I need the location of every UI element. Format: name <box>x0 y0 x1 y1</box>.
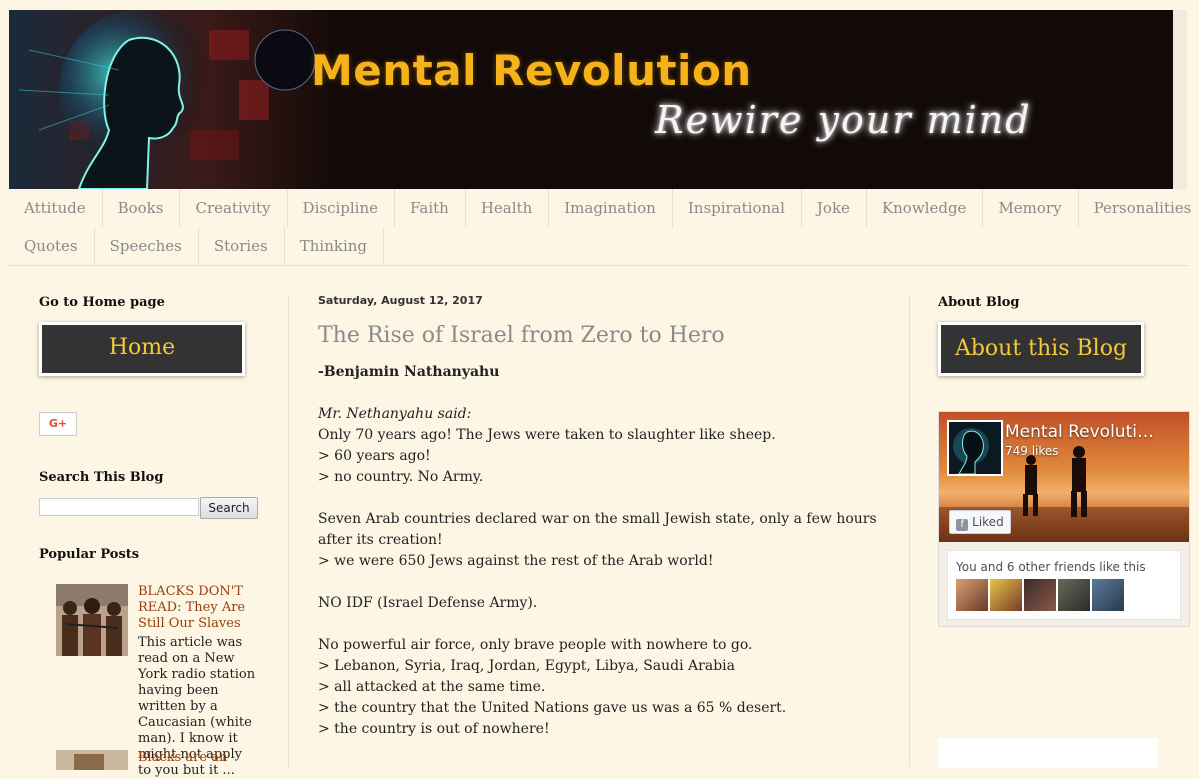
widget-placeholder <box>938 738 1158 768</box>
site-tagline: Rewire your mind <box>655 98 1032 142</box>
nav-item-knowledge[interactable]: Knowledge <box>867 189 984 227</box>
search-heading: Search This Blog <box>39 470 164 485</box>
post-line: > Lebanon, Syria, Iraq, Jordan, Egypt, L… <box>318 658 735 674</box>
nav-item-thinking[interactable]: Thinking <box>285 227 385 265</box>
nav-item-joke[interactable]: Joke <box>802 189 867 227</box>
search-button[interactable]: Search <box>200 497 258 519</box>
friend-avatar[interactable] <box>1058 579 1090 611</box>
banner-edge <box>1173 10 1187 189</box>
banner-artwork <box>9 10 339 189</box>
facebook-page-widget: Mental Revoluti… 749 likes f Liked You a… <box>938 411 1190 627</box>
post-lines: Mr. Nethanyahu said: Only 70 years ago! T… <box>318 404 888 740</box>
post-line: Mr. Nethanyahu said: <box>318 406 472 422</box>
nav-item-books[interactable]: Books <box>103 189 181 227</box>
post-line: NO IDF (Israel Defense Army). <box>318 595 538 611</box>
post-title[interactable]: The Rise of Israel from Zero to Hero <box>318 323 888 348</box>
friend-avatar[interactable] <box>956 579 988 611</box>
home-heading: Go to Home page <box>39 295 165 310</box>
nav-row: Attitude Books Creativity Discipline Faith He… <box>9 189 1191 227</box>
facebook-friends-panel: You and 6 other friends like this <box>947 550 1181 620</box>
nav-item-faith[interactable]: Faith <box>395 189 466 227</box>
nav-item-discipline[interactable]: Discipline <box>288 189 396 227</box>
column-divider <box>288 295 289 767</box>
nav-item-creativity[interactable]: Creativity <box>180 189 288 227</box>
facebook-friends-text: You and 6 other friends like this <box>956 560 1146 574</box>
post-body: -Benjamin Nathanyahu Mr. Nethanyahu said… <box>318 362 888 740</box>
nav-item-personalities[interactable]: Personalities <box>1079 189 1199 227</box>
nav-item-attitude[interactable]: Attitude <box>9 189 103 227</box>
post-date: Saturday, August 12, 2017 <box>318 294 483 307</box>
category-nav: Attitude Books Creativity Discipline Faith He… <box>9 189 1191 265</box>
facebook-like-count: 749 likes <box>1005 444 1059 458</box>
nav-item-inspirational[interactable]: Inspirational <box>673 189 802 227</box>
popular-post-thumbnail[interactable] <box>56 750 128 770</box>
nav-item-imagination[interactable]: Imagination <box>549 189 673 227</box>
about-heading: About Blog <box>938 295 1020 310</box>
nav-divider <box>9 265 1189 266</box>
header-banner[interactable]: Mental Revolution Rewire your mind <box>9 10 1187 189</box>
post-line: Only 70 years ago! The Jews were taken t… <box>318 427 776 443</box>
facebook-icon: f <box>956 519 969 531</box>
popular-post-link[interactable]: BLACKS DON'T READ: They Are Still Our Sl… <box>138 584 258 632</box>
facebook-liked-label: Liked <box>972 515 1004 529</box>
facebook-page-name[interactable]: Mental Revoluti… <box>1005 422 1154 442</box>
site-title: Mental Revolution <box>311 46 752 95</box>
nav-item-health[interactable]: Health <box>466 189 550 227</box>
facebook-liked-button[interactable]: f Liked <box>949 510 1011 534</box>
post-line: > the country that the United Nations ga… <box>318 700 787 716</box>
popular-posts-heading: Popular Posts <box>39 547 140 562</box>
nav-item-speeches[interactable]: Speeches <box>95 227 199 265</box>
friend-avatar[interactable] <box>1024 579 1056 611</box>
post-line: Seven Arab countries declared war on the… <box>318 511 877 548</box>
nav-row: Quotes Speeches Stories Thinking <box>9 227 1189 265</box>
post-line: > we were 650 Jews against the rest of t… <box>318 553 714 569</box>
home-button[interactable]: Home <box>39 322 245 376</box>
google-plus-button[interactable]: G+ <box>39 412 77 436</box>
post-line: > 60 years ago! <box>318 448 431 464</box>
popular-post-item: BLACKS DON'T READ: They Are Still Our Sl… <box>56 584 258 778</box>
friend-avatar[interactable] <box>990 579 1022 611</box>
post-author: -Benjamin Nathanyahu <box>318 364 500 380</box>
nav-item-stories[interactable]: Stories <box>199 227 285 265</box>
popular-post-link[interactable]: Blacks are an <box>138 750 258 766</box>
nav-item-memory[interactable]: Memory <box>983 189 1079 227</box>
post-line: > no country. No Army. <box>318 469 484 485</box>
friend-avatar[interactable] <box>1092 579 1124 611</box>
facebook-cover[interactable]: Mental Revoluti… 749 likes f Liked <box>939 412 1189 542</box>
blog-post: Saturday, August 12, 2017 The Rise of Is… <box>318 294 888 740</box>
column-divider <box>909 295 910 767</box>
search-input[interactable] <box>39 498 199 516</box>
post-line: > the country is out of nowhere! <box>318 721 550 737</box>
post-line: No powerful air force, only brave people… <box>318 637 753 653</box>
facebook-page-avatar[interactable] <box>947 420 1003 476</box>
popular-post-item: Blacks are an <box>56 750 256 770</box>
post-line: > all attacked at the same time. <box>318 679 546 695</box>
about-blog-button[interactable]: About this Blog <box>938 322 1144 376</box>
nav-item-quotes[interactable]: Quotes <box>9 227 95 265</box>
